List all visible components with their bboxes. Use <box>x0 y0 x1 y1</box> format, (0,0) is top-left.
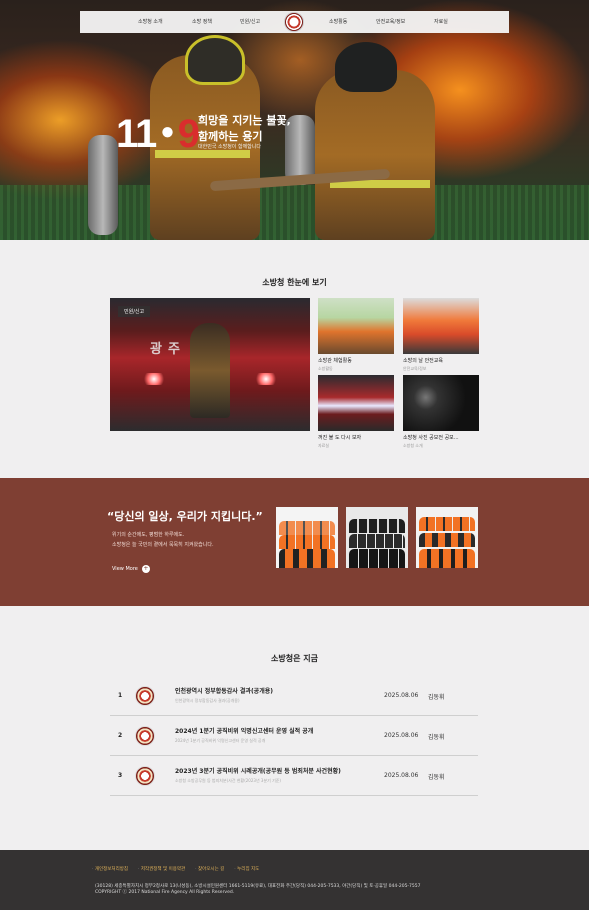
news-author: 김동휘 <box>428 734 445 741</box>
news-date: 2025.08.06 <box>384 732 419 739</box>
news-title[interactable]: 인천광역시 정부합동감사 결과(공개용) <box>175 686 273 695</box>
gallery-main-card[interactable]: 광주 소방 민원/신고 <box>110 298 310 431</box>
news-date: 2025.08.06 <box>384 772 419 779</box>
team-photo <box>276 507 338 568</box>
nav-item-policy[interactable]: 소방 정책 <box>192 18 212 25</box>
hero-banner: 소방청 소개 소방 정책 민원/신고 소방활동 안전교육/정보 자료실 11 ● 9… <box>0 0 589 240</box>
news-date: 2025.08.06 <box>384 692 419 699</box>
gallery-thumb[interactable]: 소방관 체험활동 소방활동 <box>318 298 394 372</box>
news-row[interactable]: 2 2024년 1분기 공직비위 익명신고센터 운영 실적 공개 2024년 1… <box>110 716 478 756</box>
agency-emblem-icon <box>135 766 155 786</box>
news-description: 2024년 1분기 공직비위 익명신고센터 운영 실적 공개 <box>175 738 266 743</box>
footer-link-sitemap[interactable]: 누리집 지도 <box>234 866 259 872</box>
site-footer <box>0 850 589 910</box>
news-number: 2 <box>118 732 123 739</box>
footer-link-terms[interactable]: 저작권정책 및 이용약관 <box>138 866 185 872</box>
nav-item-safety[interactable]: 안전교육/정보 <box>376 18 405 25</box>
news-row[interactable]: 3 2023년 3분기 공직비위 시례공개(공무원 등 범죄처분 사건현황) 소… <box>110 756 478 796</box>
helmet-right <box>335 42 397 92</box>
news-section-title: 소방청은 지금 <box>271 654 318 663</box>
hero-subline: 대한민국 소방청이 함께합니다 <box>198 144 261 150</box>
nav-item-about[interactable]: 소방청 소개 <box>138 18 163 25</box>
gallery-thumb[interactable]: 소방청 사진 공모전 공모... 소방청 소개 <box>403 375 479 449</box>
view-more-link[interactable]: View More + <box>112 565 150 573</box>
news-author: 김동휘 <box>428 774 445 781</box>
thumb-image <box>403 375 479 431</box>
news-description: 소방청 소방공무원 등 범죄처분(사건 현황(2023년 3분기 기준) <box>175 778 281 783</box>
thumb-image <box>318 298 394 354</box>
gallery-thumb[interactable]: 꺼진 불 도 다시 보자 자료실 <box>318 375 394 449</box>
firefighter-right <box>315 70 435 240</box>
news-title[interactable]: 2024년 1분기 공직비위 익명신고센터 운영 실적 공개 <box>175 726 313 735</box>
nav-item-activity[interactable]: 소방활동 <box>329 18 347 25</box>
footer-link-directions[interactable]: 찾아오시는 길 <box>195 866 224 872</box>
gallery-category-badge: 민원/신고 <box>118 306 151 317</box>
firefighter-figure <box>190 323 230 418</box>
nav-item-civil[interactable]: 민원/신고 <box>240 18 260 25</box>
thumb-category: 안전교육/정보 <box>403 366 427 371</box>
news-list: 1 인천광역시 정부합동감사 결과(공개용) 인천광역시 정부합동감사 결과(공… <box>110 676 478 796</box>
slogan-quote: “당신의 일상, 우리가 지킵니다.” <box>107 510 263 523</box>
overview-title: 소방청 한눈에 보기 <box>262 278 327 287</box>
air-tank <box>88 135 118 235</box>
news-description: 인천광역시 정부합동감사 결과(공개용) <box>175 698 240 703</box>
thumb-image <box>318 375 394 431</box>
gallery-thumb[interactable]: 소방의 날 안전교육 안전교육/정보 <box>403 298 479 372</box>
footer-link-privacy[interactable]: 개인정보처리방침 <box>92 866 128 872</box>
thumb-category: 소방청 소개 <box>403 443 423 448</box>
helmet-left <box>185 35 245 85</box>
view-more-label: View More <box>112 566 138 572</box>
thumb-image <box>403 298 479 354</box>
thumb-caption: 소방청 사진 공모전 공모... <box>403 435 459 441</box>
agency-emblem-icon <box>135 726 155 746</box>
footer-links: 개인정보처리방침 저작권정책 및 이용약관 찾아오시는 길 누리집 지도 <box>92 866 259 872</box>
news-author: 김동휘 <box>428 694 445 701</box>
thumb-category: 자료실 <box>318 443 330 448</box>
hero-headline-2: 함께하는 용기 <box>198 130 263 143</box>
agency-emblem-icon <box>135 686 155 706</box>
thumb-caption: 꺼진 불 도 다시 보자 <box>318 435 362 441</box>
agency-emblem-logo[interactable] <box>284 12 304 32</box>
hero-headline-1: 희망을 지키는 불꽃, <box>198 114 291 127</box>
thumb-caption: 소방관 체험활동 <box>318 358 352 364</box>
footer-copyright: COPYRIGHT ⓒ 2017 National Fire Agency Al… <box>95 890 235 895</box>
news-row[interactable]: 1 인천광역시 정부합동감사 결과(공개용) 인천광역시 정부합동감사 결과(공… <box>110 676 478 716</box>
thumb-category: 소방활동 <box>318 366 333 371</box>
slogan-sub-1: 위기의 순간에도, 평범한 하루에도. <box>112 532 185 538</box>
thumb-caption: 소방의 날 안전교육 <box>403 358 443 364</box>
news-number: 3 <box>118 772 123 779</box>
news-title[interactable]: 2023년 3분기 공직비위 시례공개(공무원 등 범죄처분 사건현황) <box>175 766 341 775</box>
news-number: 1 <box>118 692 123 699</box>
nav-item-archive[interactable]: 자료실 <box>434 18 448 25</box>
team-photo <box>346 507 408 568</box>
plus-circle-icon: + <box>141 565 150 573</box>
slogan-sub-2: 소방청은 늘 국민의 곁에서 묵묵히 지켜왔습니다. <box>112 542 214 548</box>
team-photo <box>416 507 478 568</box>
top-nav: 소방청 소개 소방 정책 민원/신고 소방활동 안전교육/정보 자료실 <box>80 11 509 33</box>
hero-119-mark: 11 ● 9 <box>116 112 200 156</box>
